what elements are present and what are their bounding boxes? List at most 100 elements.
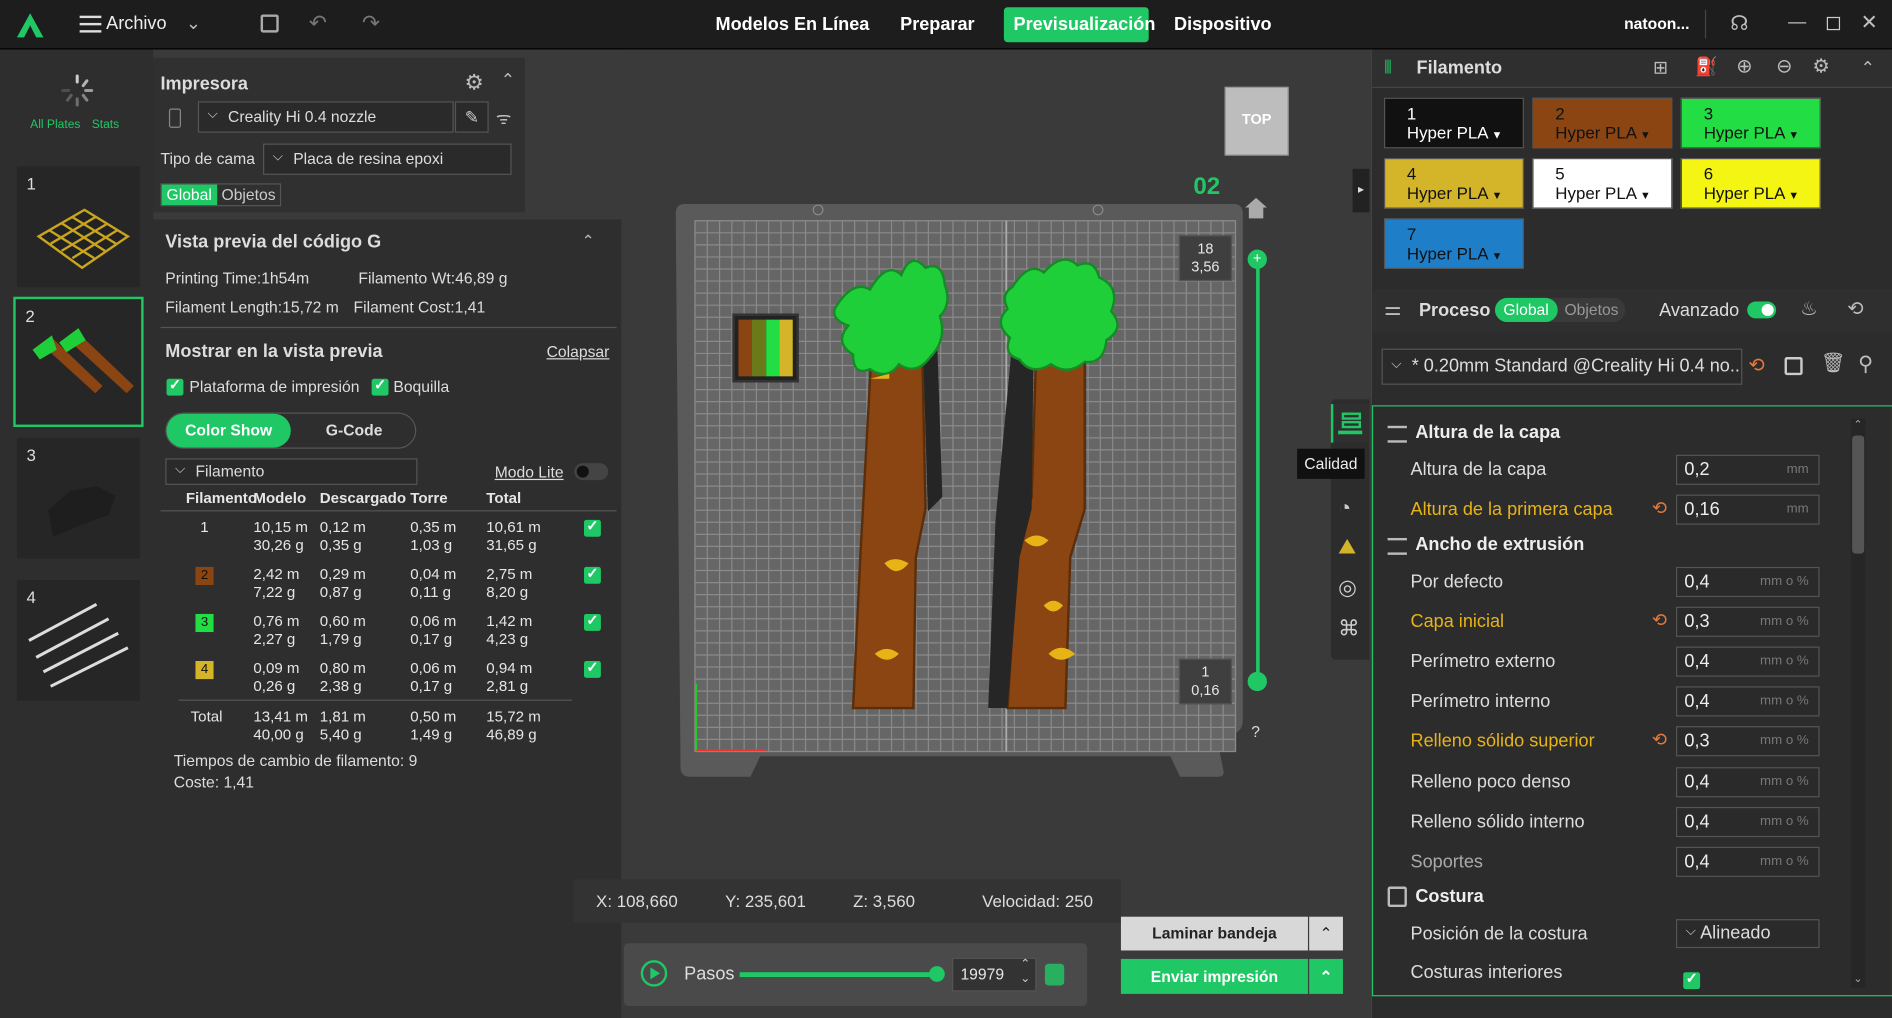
inner-seams-checkbox[interactable] (1683, 970, 1701, 990)
width-input[interactable]: 0,4 mm o % (1675, 646, 1820, 677)
filament-card-3[interactable]: 3 Hyper PLA ▼ (1680, 97, 1821, 149)
tab-prepare[interactable]: Preparar (890, 7, 984, 42)
delete-icon[interactable]: 🗑 (1821, 352, 1846, 376)
add-icon[interactable]: ⊕ (1736, 55, 1752, 79)
send-dropdown-icon[interactable]: ⌃ (1309, 958, 1343, 994)
user-name[interactable]: natoon... (1624, 14, 1689, 32)
tab-online-models[interactable]: Modelos En Línea (706, 7, 879, 42)
filament-card-4[interactable]: 4 Hyper PLA ▼ (1383, 158, 1524, 209)
bed-type-select[interactable]: Placa de resina epoxi (263, 143, 512, 175)
advanced-toggle[interactable] (1747, 301, 1777, 319)
filament-card-2[interactable]: 2 Hyper PLA ▼ (1532, 97, 1673, 149)
first-layer-height-input[interactable]: 0,16 mm (1675, 494, 1820, 525)
width-input[interactable]: 0,4 mm o % (1675, 846, 1820, 877)
slice-dropdown-icon[interactable]: ⌃ (1309, 916, 1343, 951)
stats-link[interactable]: Stats (92, 118, 120, 131)
panel-toggle-icon[interactable]: ▸ (1352, 168, 1370, 213)
collapse-up-icon[interactable]: ⌃ (582, 229, 595, 253)
layer-height-input[interactable]: 0,2 mm (1675, 454, 1820, 485)
width-input[interactable]: 0,4 mm o % (1675, 686, 1820, 717)
layer-slider-top-handle[interactable]: + (1247, 249, 1267, 269)
support-icon[interactable]: ⛰ (1338, 534, 1356, 558)
process-preset-select[interactable]: * 0.20mm Standard @Creality Hi 0.4 no... (1381, 348, 1743, 385)
3d-viewport[interactable]: TOP 02 18 3,56 + 1 0,16 ? ◔ ⛰ ◎ ⌘ Calida… (573, 49, 1370, 1018)
tab-preview[interactable]: Previsualización (1003, 7, 1155, 43)
quality-tool-icon[interactable] (1330, 404, 1370, 443)
filament-card-5[interactable]: 5 Hyper PLA ▼ (1532, 158, 1673, 209)
row-visible-checkbox[interactable] (583, 517, 601, 537)
reset-icon[interactable]: ⟲ (1652, 729, 1667, 751)
reset-icon[interactable]: ⟲ (1652, 497, 1667, 519)
file-menu[interactable]: Archivo (106, 13, 166, 34)
view-cube[interactable]: TOP (1224, 86, 1289, 156)
edit-icon[interactable]: ✎ (454, 101, 489, 133)
width-input[interactable]: 0,3 mm o % (1675, 726, 1820, 757)
lite-mode-toggle[interactable] (574, 463, 609, 481)
settings-icon[interactable]: ⚙ (1812, 55, 1829, 79)
wifi-icon[interactable]: ᯤ (496, 106, 511, 130)
tab-device[interactable]: Dispositivo (1164, 7, 1281, 42)
slice-plate-button[interactable]: Laminar bandeja (1120, 916, 1308, 951)
target-icon[interactable]: ◎ (1338, 575, 1357, 599)
collapse-icon[interactable]: ⌃ (501, 68, 515, 92)
gear-icon[interactable]: ⚙ (465, 70, 484, 94)
width-input[interactable]: 0,4 mm o % (1675, 766, 1820, 797)
search-icon[interactable]: ⚲ (1858, 352, 1873, 376)
layer-slider-bottom-handle[interactable] (1247, 671, 1267, 692)
reset-icon[interactable]: ⟲ (1652, 609, 1667, 631)
layer-slider-track[interactable] (1256, 259, 1260, 684)
send-print-button[interactable]: Enviar impresión (1120, 958, 1308, 994)
plate-thumb-2[interactable]: 2 (13, 296, 144, 427)
scrollbar[interactable]: ⌃ ⌄ (1850, 418, 1866, 988)
steps-slider-handle[interactable] (929, 966, 945, 982)
menu-icon[interactable] (79, 15, 102, 33)
collapse-icon[interactable]: ⌃ (1861, 55, 1875, 79)
sync-icon[interactable]: ⊞ (1653, 57, 1668, 81)
remove-icon[interactable]: ⊖ (1776, 55, 1792, 79)
filament-card-6[interactable]: 6 Hyper PLA ▼ (1680, 158, 1821, 209)
reset-icon[interactable]: ⟲ (1748, 355, 1764, 379)
seam-position-select[interactable]: Alineado (1675, 919, 1820, 949)
redo-icon[interactable]: ↷ (362, 11, 380, 35)
save-icon[interactable] (260, 14, 279, 33)
filament-card-7[interactable]: 7 Hyper PLA ▼ (1383, 218, 1524, 269)
tab-global[interactable]: Global (161, 184, 217, 206)
steps-input[interactable]: 19979 ⌃ ⌄ (952, 957, 1037, 992)
tab-objects[interactable]: Objetos (1557, 298, 1626, 322)
row-visible-checkbox[interactable] (583, 659, 601, 678)
filter-select[interactable]: Filamento (165, 458, 418, 485)
speed-icon[interactable]: ◔ (1338, 496, 1351, 520)
maximize-icon[interactable] (1826, 16, 1841, 31)
nozzle-checkbox[interactable] (371, 376, 389, 396)
collapse-link[interactable]: Colapsar (547, 343, 610, 361)
plate-thumb-1[interactable]: 1 (16, 166, 140, 288)
play-icon[interactable] (640, 960, 668, 987)
row-visible-checkbox[interactable] (583, 612, 601, 631)
help-icon[interactable]: ? (1251, 723, 1260, 741)
spray-icon[interactable]: ⛽ (1695, 55, 1718, 79)
plate-thumb-4[interactable]: 4 (16, 580, 140, 701)
share-icon[interactable]: ⟲ (1847, 298, 1863, 322)
tab-objects[interactable]: Objetos (217, 185, 281, 206)
undo-icon[interactable]: ↶ (309, 11, 327, 35)
save-icon[interactable] (1784, 357, 1803, 376)
plate-thumb-3[interactable]: 3 (16, 437, 140, 559)
compare-icon[interactable]: ♨ (1800, 298, 1817, 322)
multi-color-icon[interactable]: ⌘ (1338, 616, 1360, 640)
chevron-down-icon[interactable]: ⌄ (186, 12, 201, 36)
tab-global[interactable]: Global (1494, 297, 1558, 323)
minimize-icon[interactable]: — (1788, 11, 1806, 35)
width-input[interactable]: 0,3 mm o % (1675, 606, 1820, 637)
platform-checkbox[interactable] (166, 376, 184, 396)
row-visible-checkbox[interactable] (583, 565, 601, 584)
width-input[interactable]: 0,4 mm o % (1675, 806, 1820, 837)
color-show-button[interactable]: Color Show (166, 413, 291, 448)
layers-icon[interactable] (1044, 963, 1065, 986)
close-icon[interactable]: ✕ (1861, 11, 1878, 35)
filament-card-1[interactable]: 1 Hyper PLA ▼ (1383, 97, 1524, 149)
gcode-button[interactable]: G-Code (292, 414, 416, 448)
width-input[interactable]: 0,4 mm o % (1675, 566, 1820, 598)
steps-slider[interactable] (739, 972, 939, 978)
all-plates-link[interactable]: All Plates (30, 118, 80, 131)
headset-icon[interactable]: ☊ (1730, 12, 1748, 36)
